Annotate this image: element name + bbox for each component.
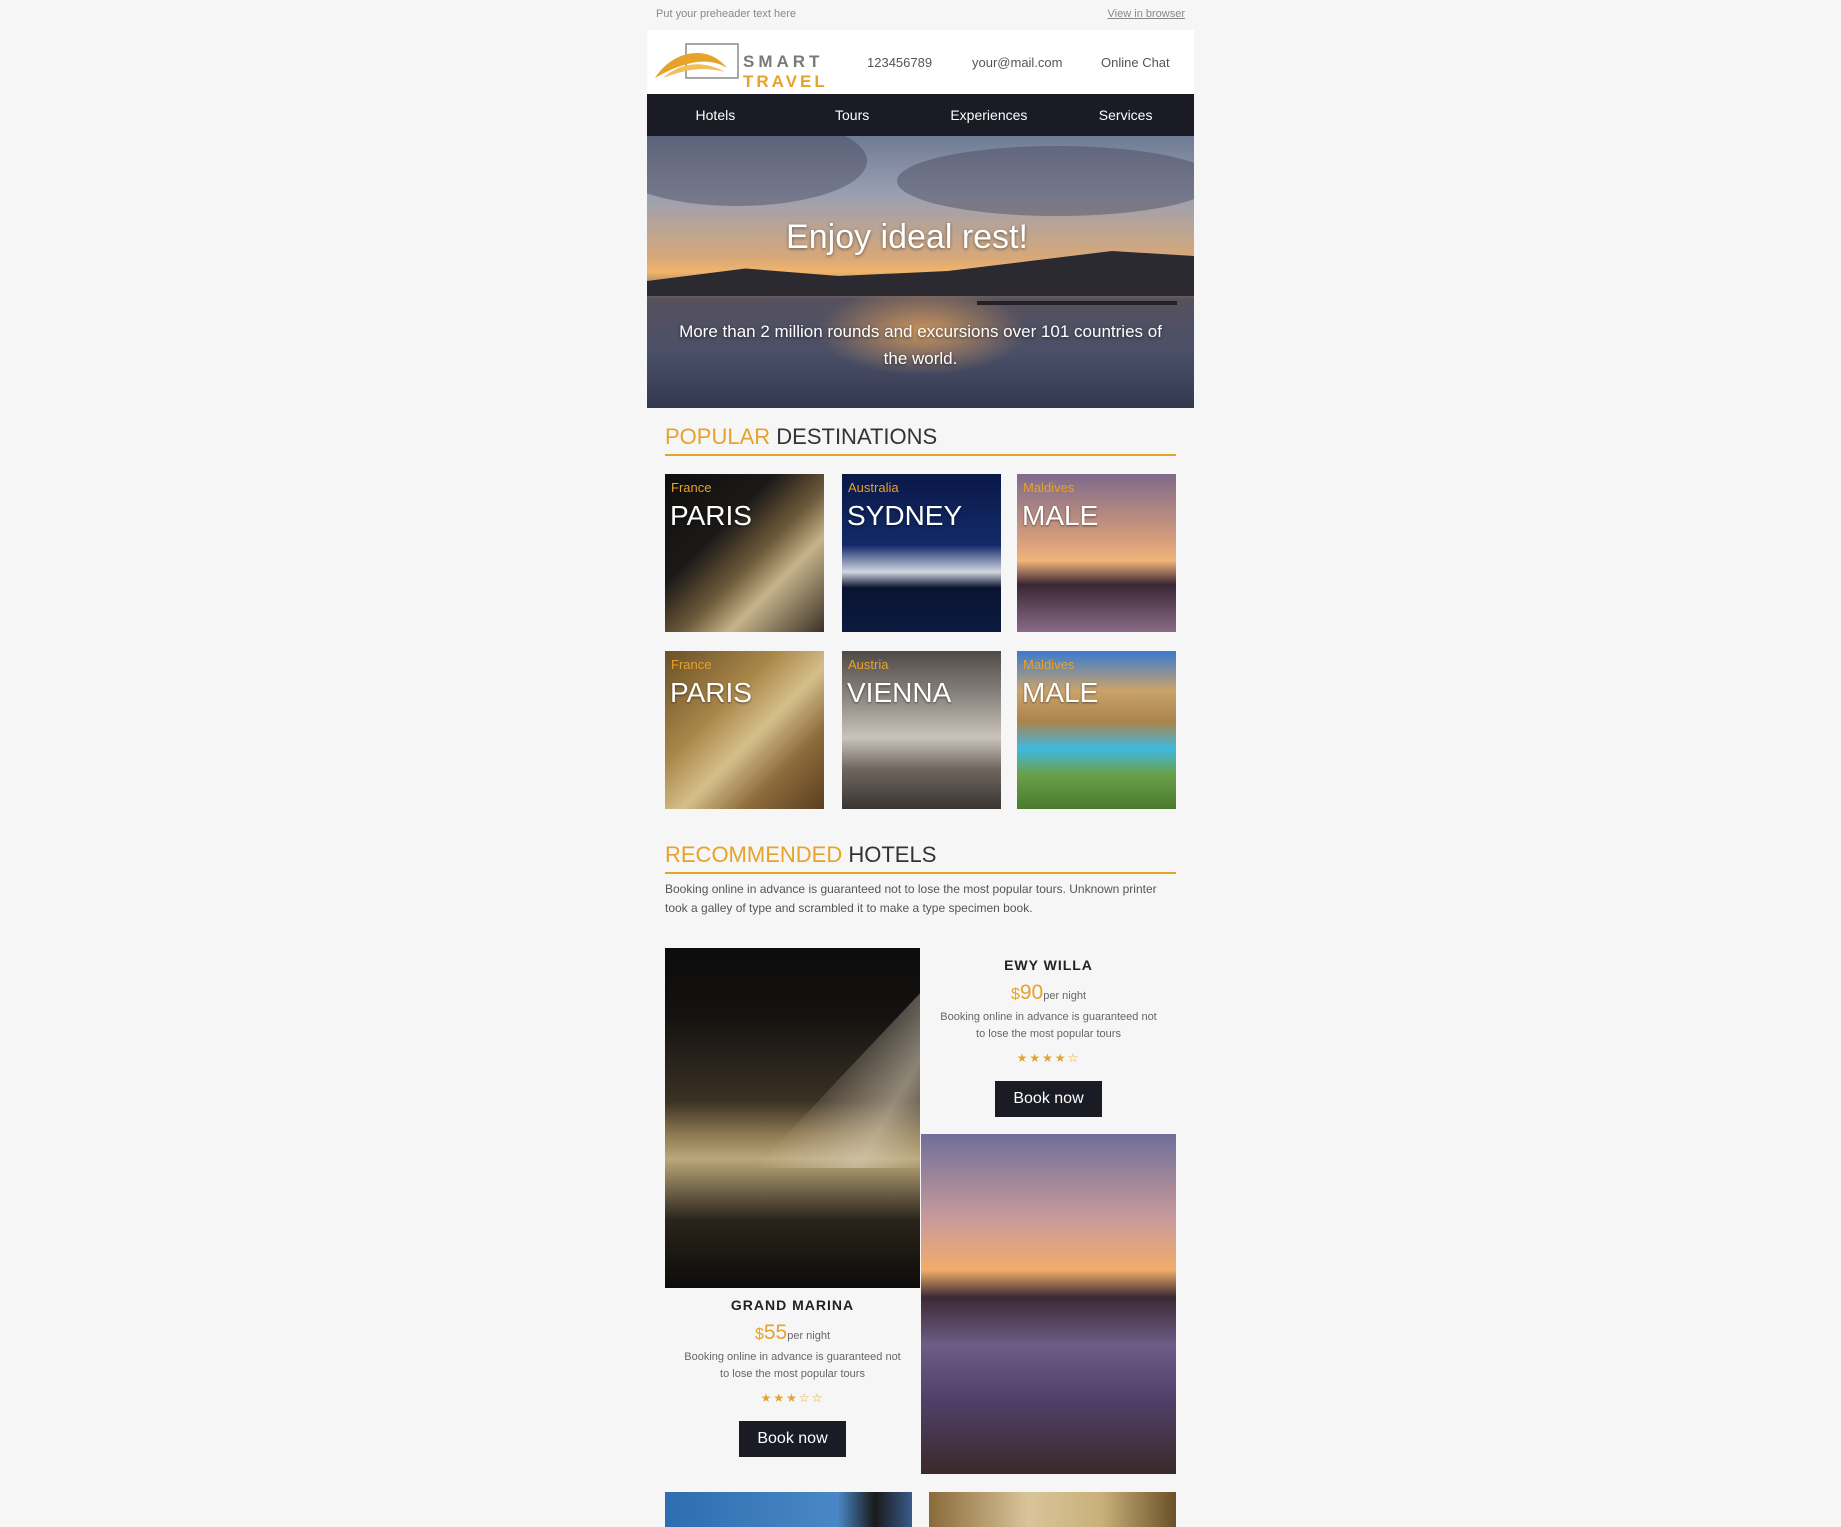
destination-city: MALE: [1022, 500, 1099, 531]
hero-subtitle: More than 2 million rounds and excursion…: [679, 322, 1162, 368]
destination-country: Australia: [848, 480, 899, 495]
destination-country: France: [671, 657, 712, 672]
hotel-name: GRAND MARINA: [730, 1297, 855, 1313]
view-in-browser-link[interactable]: View in browser: [1108, 8, 1185, 20]
star-rating-icon: ★★★☆☆: [760, 1391, 825, 1405]
hotel-price: $90per night: [921, 981, 1176, 1005]
destinations-heading-accent: POPULAR: [665, 424, 771, 449]
email-container: Put your preheader text here View in bro…: [647, 0, 1194, 1527]
destination-card-paris[interactable]: France PARIS: [665, 474, 824, 632]
hotel-price-amount: 90: [1019, 981, 1044, 1004]
hotels-heading-accent: RECOMMENDED: [665, 842, 843, 867]
hero-cloud: [897, 146, 1194, 216]
nav-tours[interactable]: Tours: [784, 94, 921, 136]
preheader: Put your preheader text here View in bro…: [647, 0, 1194, 30]
hotel-card-grand-marina: GRAND MARINA $55per night Booking online…: [665, 1297, 920, 1457]
nav-services[interactable]: Services: [1057, 94, 1194, 136]
preheader-text: Put your preheader text here: [656, 8, 797, 20]
email-link[interactable]: your@mail.com: [972, 55, 1063, 70]
star-rating-icon: ★★★★☆: [1016, 1051, 1081, 1065]
book-now-button[interactable]: Book now: [739, 1421, 846, 1457]
hotel-price-currency: $: [1010, 986, 1020, 1003]
hotel-name: EWY WILLA: [1004, 957, 1093, 973]
hotel-price-currency: $: [754, 1326, 764, 1343]
hotel-image-partial[interactable]: [929, 1492, 1176, 1527]
hotel-card-ewy-willa: EWY WILLA $90per night Booking online in…: [921, 957, 1176, 1117]
destination-card-vienna[interactable]: Austria VIENNA: [842, 651, 1001, 809]
destination-city: VIENNA: [847, 677, 952, 708]
main-nav: Hotels Tours Experiences Services: [647, 94, 1194, 136]
hotels-intro: Booking online in advance is guaranteed …: [665, 882, 1157, 915]
hotel-price-amount: 55: [763, 1321, 788, 1344]
book-now-button[interactable]: Book now: [995, 1081, 1102, 1117]
destination-card-male[interactable]: Maldives MALE: [1017, 474, 1176, 632]
hotels-heading: RECOMMENDED HOTELS: [665, 842, 1176, 874]
header: SMART TRAVEL 123456789 your@mail.com Onl…: [647, 30, 1194, 94]
hotel-price: $55per night: [665, 1321, 920, 1345]
destinations-heading-rest: DESTINATIONS: [770, 424, 938, 449]
logo-text-travel: TRAVEL: [743, 72, 828, 91]
destination-city: MALE: [1022, 677, 1099, 708]
nav-experiences[interactable]: Experiences: [921, 94, 1058, 136]
nav-hotels[interactable]: Hotels: [647, 94, 784, 136]
hero-banner: Enjoy ideal rest! More than 2 million ro…: [647, 136, 1194, 408]
hero-cloud: [647, 136, 867, 206]
destination-card-paris[interactable]: France PARIS: [665, 651, 824, 809]
destination-country: Maldives: [1023, 657, 1075, 672]
logo[interactable]: SMART TRAVEL: [653, 40, 825, 91]
hotel-price-unit: per night: [1043, 990, 1087, 1002]
phone-link[interactable]: 123456789: [867, 55, 932, 70]
hero-title: Enjoy ideal rest!: [786, 218, 1028, 256]
hotel-description: Booking online in advance is guaranteed …: [940, 1011, 1157, 1040]
online-chat-link[interactable]: Online Chat: [1101, 55, 1170, 70]
destination-city: SYDNEY: [847, 500, 963, 531]
hotel-description: Booking online in advance is guaranteed …: [684, 1351, 901, 1380]
destination-country: Austria: [848, 657, 889, 672]
hotel-image-ewy-willa[interactable]: [921, 1134, 1176, 1474]
logo-text-smart: SMART: [743, 52, 824, 71]
destination-country: Maldives: [1023, 480, 1075, 495]
destinations-heading: POPULAR DESTINATIONS: [665, 424, 1176, 456]
hotel-image-grand-marina[interactable]: [665, 948, 920, 1288]
destination-city: PARIS: [670, 677, 752, 708]
hero-pier: [977, 301, 1177, 305]
destination-country: France: [671, 480, 712, 495]
hotel-image-partial[interactable]: [665, 1492, 912, 1527]
hotels-heading-rest: HOTELS: [842, 842, 937, 867]
destination-city: PARIS: [670, 500, 752, 531]
wing-logo-icon: [655, 43, 739, 79]
destination-card-male[interactable]: Maldives MALE: [1017, 651, 1176, 809]
hotel-price-unit: per night: [787, 1330, 831, 1342]
destination-card-sydney[interactable]: Australia SYDNEY: [842, 474, 1001, 632]
